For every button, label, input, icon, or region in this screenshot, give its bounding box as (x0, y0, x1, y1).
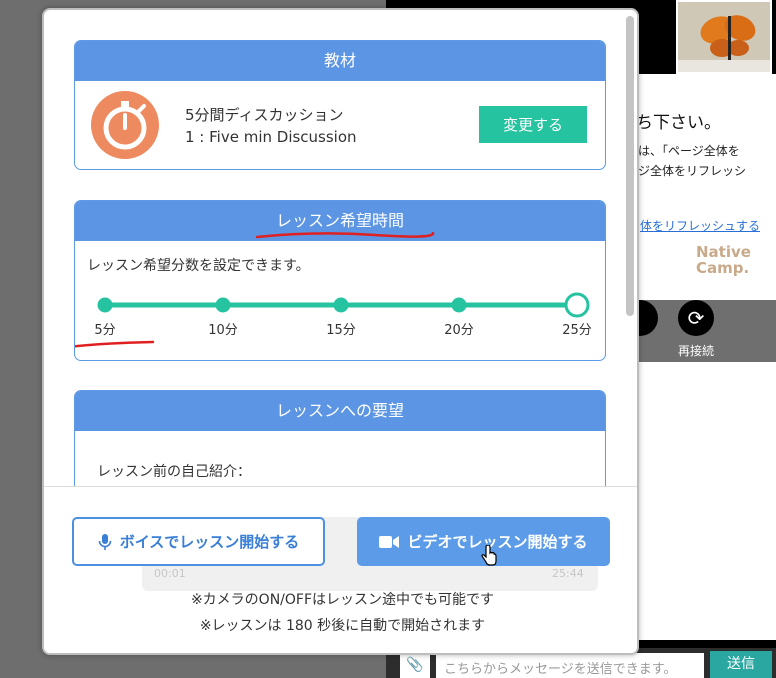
auto-start-note: ※レッスンは 180 秒後に自動で開始されます (199, 618, 486, 634)
slider-stop[interactable] (451, 297, 467, 313)
red-annotation-underline (255, 231, 435, 239)
lesson-request-header: レッスンへの要望 (75, 391, 605, 431)
butterfly-thumbnail (676, 0, 772, 74)
reconnect-icon[interactable]: ⟳ (678, 300, 714, 336)
modal-scrollbar[interactable] (626, 16, 634, 316)
material-subtitle: 1 : Five min Discussion (185, 128, 357, 146)
slider-stop[interactable] (97, 297, 113, 313)
slider-handle-selected[interactable] (564, 292, 590, 318)
background-note-line: は、「ページ全体を (638, 144, 740, 158)
player-time-end: 25:44 (552, 567, 584, 580)
material-card: 教材 5分間ディスカッション 1 : Five min Discussion 変… (74, 40, 606, 170)
slider-stop[interactable] (215, 297, 231, 313)
refresh-page-link[interactable]: 体をリフレッシュする (640, 217, 760, 234)
slider-tick-label[interactable]: 10分 (208, 319, 238, 338)
slider-tick-label[interactable]: 15分 (326, 319, 356, 338)
change-material-button[interactable]: 変更する (479, 106, 587, 143)
self-intro-label: レッスン前の自己紹介： (97, 464, 251, 480)
camera-note: ※カメラのON/OFFはレッスン途中でも可能です (190, 592, 495, 608)
chat-message-input[interactable]: こちらからメッセージを送信できます。 (436, 653, 704, 678)
material-title: 5分間ディスカッション (185, 106, 344, 124)
microphone-icon (98, 533, 112, 550)
logo-line: Camp. (696, 259, 750, 277)
lesson-request-card: レッスンへの要望 レッスン前の自己紹介： 不要 (74, 390, 606, 486)
slider-stop[interactable] (333, 297, 349, 313)
hand-cursor-icon (481, 545, 497, 566)
start-voice-lesson-button[interactable]: ボイスでレッスン開始する (72, 517, 325, 566)
material-header: 教材 (75, 41, 605, 81)
modal-footer: 00:01 25:44 ボイスでレッスン開始する ビデオでレッスン開始する ※カ… (44, 486, 637, 653)
background-note-line: ジ全体をリフレッシ (638, 164, 747, 178)
modal-scroll-area[interactable]: 教材 5分間ディスカッション 1 : Five min Discussion 変… (44, 10, 624, 486)
background-wait-text: ち下さい。 (636, 113, 721, 133)
voice-button-label: ボイスでレッスン開始する (119, 533, 300, 551)
lesson-time-card: レッスン希望時間 レッスン希望分数を設定できます。 5分 10分 15分 20分 25分 (74, 200, 606, 361)
lesson-start-modal: 教材 5分間ディスカッション 1 : Five min Discussion 変… (42, 8, 639, 655)
logo-line: Native (696, 243, 751, 261)
red-annotation-underline (75, 340, 155, 348)
lesson-time-description: レッスン希望分数を設定できます。 (87, 258, 310, 274)
video-camera-icon (379, 535, 400, 548)
slider-tick-label[interactable]: 20分 (444, 319, 474, 338)
send-button[interactable]: 送信 (710, 651, 772, 678)
slider-tick-label[interactable]: 5分 (94, 319, 115, 338)
attach-file-icon[interactable]: 📎 (400, 653, 430, 678)
player-time-start: 00:01 (154, 567, 186, 580)
reconnect-label: 再接続 (678, 344, 715, 358)
nativecamp-logo: Native Camp. (696, 244, 751, 276)
slider-tick-label[interactable]: 25分 (562, 319, 592, 338)
stopwatch-icon (91, 91, 159, 159)
